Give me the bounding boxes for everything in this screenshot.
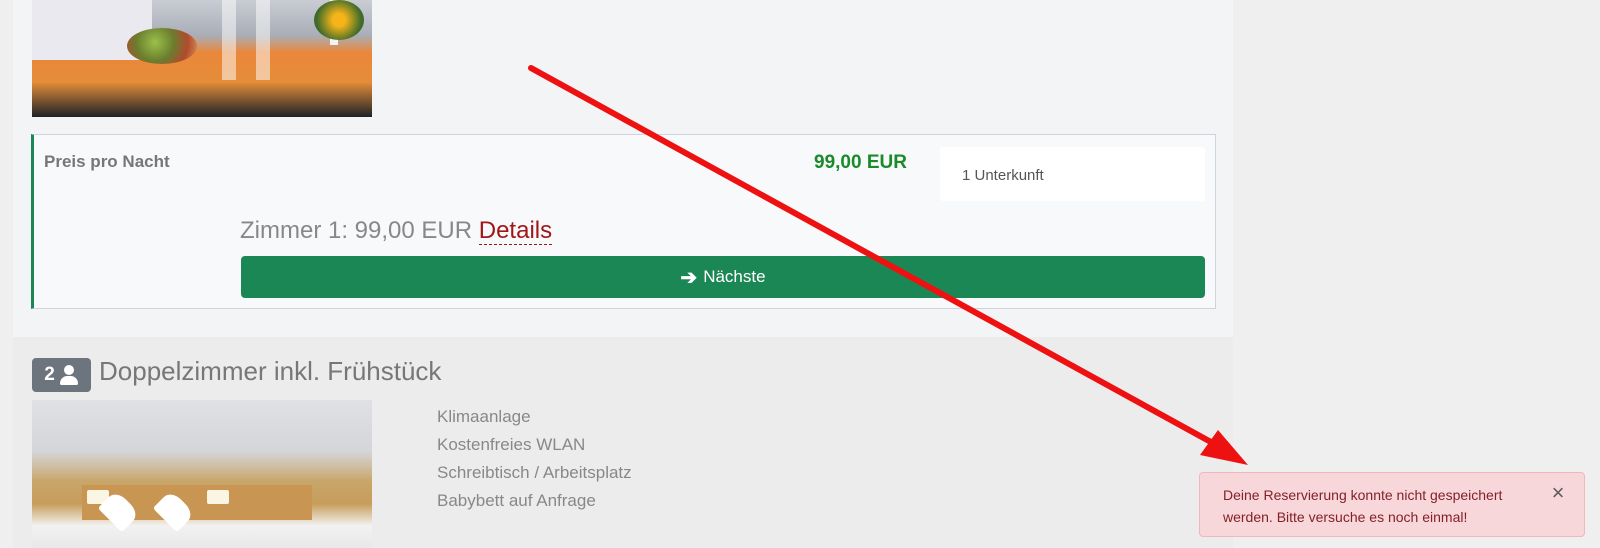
price-box: Preis pro Nacht 99,00 EUR 1 Unterkunft Z…	[31, 134, 1216, 309]
room-photo-2[interactable]	[32, 400, 372, 548]
price-label: Preis pro Nacht	[44, 152, 170, 171]
room-title: Doppelzimmer inkl. Frühstück	[99, 356, 442, 386]
next-button-label: Nächste	[703, 267, 766, 286]
error-alert: Deine Reservierung konnte nicht gespeich…	[1199, 472, 1585, 537]
details-link[interactable]: Details	[478, 217, 553, 245]
room-photo-1[interactable]	[32, 0, 372, 117]
amenity-item: Kostenfreies WLAN	[437, 435, 586, 454]
arrow-right-icon: ➔	[680, 266, 698, 289]
person-icon	[59, 364, 79, 386]
units-select[interactable]: 1 Unterkunft	[940, 147, 1205, 201]
alert-message: Deine Reservierung konnte nicht gespeich…	[1223, 487, 1503, 525]
amenity-item: Schreibtisch / Arbeitsplatz	[437, 463, 632, 482]
price-value: 99,00 EUR	[814, 152, 907, 173]
room-summary: Zimmer 1: 99,00 EUR Details	[240, 217, 553, 245]
room-summary-text: Zimmer 1: 99,00 EUR	[240, 217, 473, 244]
amenity-item: Babybett auf Anfrage	[437, 491, 596, 510]
next-button[interactable]: ➔ Nächste	[241, 256, 1205, 298]
amenities-list: Klimaanlage Kostenfreies WLAN Schreibtis…	[437, 403, 632, 515]
amenity-item: Klimaanlage	[437, 407, 531, 426]
close-icon[interactable]: ×	[1550, 482, 1566, 504]
guest-count-badge: 2	[32, 358, 91, 392]
guest-count: 2	[44, 364, 55, 385]
